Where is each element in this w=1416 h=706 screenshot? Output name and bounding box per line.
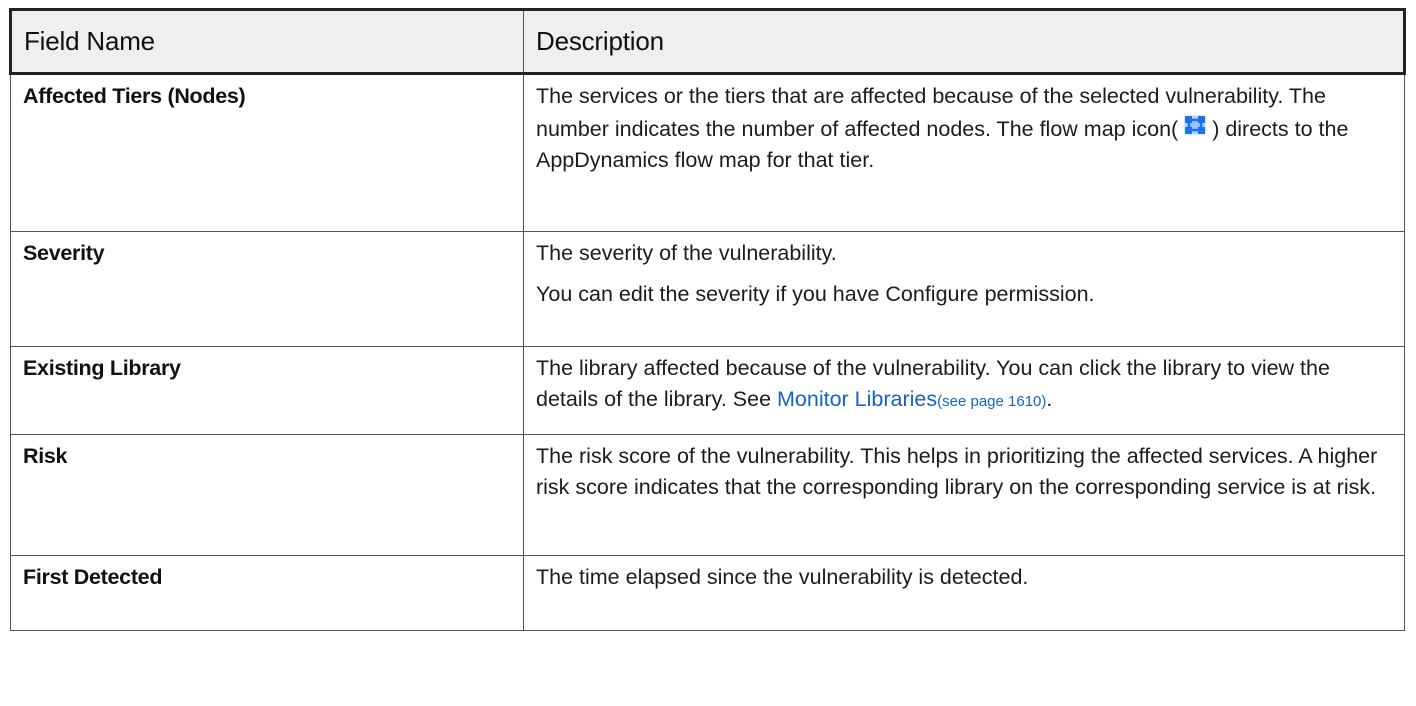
header-field-name: Field Name bbox=[9, 8, 524, 75]
field-name-cell: First Detected bbox=[10, 555, 524, 631]
description-cell: The time elapsed since the vulnerability… bbox=[523, 555, 1405, 631]
description-text: The services or the tiers that are affec… bbox=[536, 81, 1392, 176]
table-row: Severity The severity of the vulnerabili… bbox=[10, 231, 1405, 347]
table-row: Existing Library The library affected be… bbox=[10, 346, 1405, 435]
description-cell: The services or the tiers that are affec… bbox=[523, 73, 1405, 232]
table-row: Affected Tiers (Nodes) The services or t… bbox=[10, 73, 1405, 232]
field-name-cell: Affected Tiers (Nodes) bbox=[10, 73, 524, 232]
description-text: The library affected because of the vuln… bbox=[536, 353, 1392, 417]
description-cell: The severity of the vulnerability. You c… bbox=[523, 231, 1405, 347]
description-cell: The risk score of the vulnerability. Thi… bbox=[523, 434, 1405, 556]
table-row: First Detected The time elapsed since th… bbox=[10, 555, 1405, 631]
description-text: The severity of the vulnerability. bbox=[536, 241, 837, 265]
field-name-cell: Existing Library bbox=[10, 346, 524, 435]
table-row: Risk The risk score of the vulnerability… bbox=[10, 434, 1405, 556]
table-header-row: Field Name Description bbox=[9, 8, 1406, 75]
field-name-cell: Risk bbox=[10, 434, 524, 556]
field-description-table: Field Name Description Affected Tiers (N… bbox=[9, 8, 1406, 631]
description-text: You can edit the severity if you have Co… bbox=[536, 282, 1095, 306]
header-description: Description bbox=[523, 8, 1406, 75]
description-part: . bbox=[1046, 387, 1053, 411]
description-text: The risk score of the vulnerability. Thi… bbox=[536, 444, 1378, 499]
see-page-link[interactable]: (see page 1610) bbox=[937, 393, 1046, 410]
field-name-cell: Severity bbox=[10, 231, 524, 347]
description-text: The time elapsed since the vulnerability… bbox=[536, 565, 1029, 589]
description-cell: The library affected because of the vuln… bbox=[523, 346, 1405, 435]
flow-map-icon bbox=[1180, 112, 1210, 138]
monitor-libraries-link[interactable]: Monitor Libraries bbox=[777, 387, 937, 411]
